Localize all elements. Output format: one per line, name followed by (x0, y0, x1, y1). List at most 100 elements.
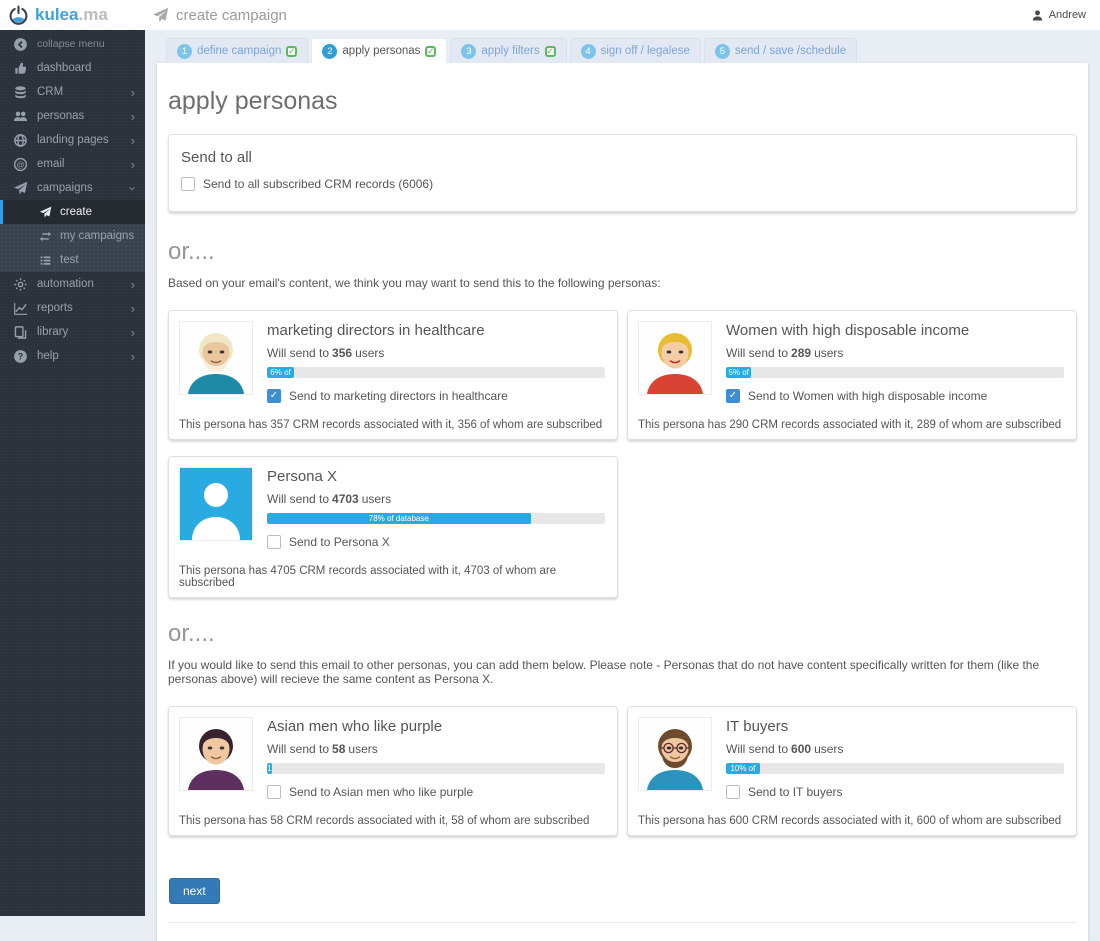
persona-database-bar: 78% of database (267, 513, 605, 524)
persona-card-asian-men-purple: Asian men who like purple Will send to58… (168, 706, 618, 836)
chevron-right-icon (131, 326, 135, 339)
persona-card-women-high-income: Women with high disposable income Will s… (627, 310, 1077, 440)
sidebar-item-personas[interactable]: personas (0, 104, 145, 128)
chevron-right-icon (131, 134, 135, 147)
persona-send-checkbox-row[interactable]: Send to marketing directors in healthcar… (267, 389, 605, 403)
checkbox-icon[interactable] (726, 785, 740, 799)
persona-title: Asian men who like purple (267, 718, 605, 735)
or-heading-2: or.... (168, 620, 1077, 648)
exchange-icon (39, 230, 52, 243)
user-menu[interactable]: Andrew (1031, 9, 1086, 22)
persona-send-checkbox-row[interactable]: Send to Persona X (267, 535, 605, 549)
persona-send-checkbox-row[interactable]: Send to Women with high disposable incom… (726, 389, 1064, 403)
checkbox-icon[interactable] (181, 177, 195, 191)
sidebar-item-reports[interactable]: reports (0, 296, 145, 320)
tab-apply-filters[interactable]: 3 apply filters (450, 38, 566, 63)
persona-send-count: Will send to58users (267, 742, 605, 756)
persona-title: Women with high disposable income (726, 322, 1064, 339)
checkbox-icon[interactable] (726, 389, 740, 403)
persona-title: Persona X (267, 468, 605, 485)
user-icon (1031, 9, 1044, 22)
sidebar-subitem-create[interactable]: create (0, 200, 145, 224)
brand-logo[interactable]: kulea.ma (0, 5, 145, 26)
send-to-all-box: Send to all Send to all subscribed CRM r… (168, 134, 1077, 212)
persona-send-checkbox-row[interactable]: Send to IT buyers (726, 785, 1064, 799)
paper-plane-icon (152, 7, 169, 24)
tab-apply-personas[interactable]: 2 apply personas (311, 38, 447, 63)
persona-avatar (179, 717, 253, 791)
chevron-right-icon (131, 86, 135, 99)
list-icon (39, 254, 52, 267)
persona-card-persona-x: Persona X Will send to4703users 78% of d… (168, 456, 618, 598)
chevron-right-icon (131, 350, 135, 363)
persona-footer: This persona has 357 CRM records associa… (179, 419, 607, 431)
persona-cards-row-2: Persona X Will send to4703users 78% of d… (168, 456, 1077, 598)
tab-sign-off[interactable]: 4 sign off / legalese (570, 38, 701, 63)
sidebar-item-help[interactable]: ? help (0, 344, 145, 368)
persona-send-count: Will send to4703users (267, 492, 605, 506)
sidebar-item-landing-pages[interactable]: landing pages (0, 128, 145, 152)
panel-divider (168, 922, 1077, 923)
tab-send-save-schedule[interactable]: 5 send / save /schedule (704, 38, 857, 63)
persona-title: marketing directors in healthcare (267, 322, 605, 339)
paper-plane-icon (39, 206, 52, 219)
svg-text:?: ? (18, 351, 23, 361)
sidebar-item-dashboard[interactable]: dashboard (0, 56, 145, 80)
user-name: Andrew (1049, 9, 1086, 21)
persona-title: IT buyers (726, 718, 1064, 735)
paper-plane-icon (13, 181, 28, 196)
send-to-all-title: Send to all (181, 149, 1064, 166)
step-badge: 4 (581, 44, 596, 59)
sidebar-item-collapse-menu[interactable]: collapse menu (0, 32, 145, 56)
sidebar-item-crm[interactable]: CRM (0, 80, 145, 104)
checkbox-icon[interactable] (267, 535, 281, 549)
step-badge: 1 (177, 44, 192, 59)
chevron-right-icon (131, 278, 135, 291)
persona-database-bar: 10% of (726, 763, 1064, 774)
sidebar-subitem-my-campaigns[interactable]: my campaigns (0, 224, 145, 248)
persona-footer: This persona has 4705 CRM records associ… (179, 565, 607, 589)
step-badge: 3 (461, 44, 476, 59)
sidebar-item-campaigns[interactable]: campaigns (0, 176, 145, 200)
or-text-1: Based on your email's content, we think … (168, 276, 1077, 290)
chevron-right-icon (131, 302, 135, 315)
sidebar-item-automation[interactable]: automation (0, 272, 145, 296)
persona-send-count: Will send to600users (726, 742, 1064, 756)
gear-icon (13, 277, 28, 292)
campaigns-submenu: create my campaigns test (0, 200, 145, 272)
wizard-tabs: 1 define campaign 2 apply personas 3 app… (157, 38, 1088, 63)
chart-icon (13, 301, 28, 316)
sidebar-item-library[interactable]: library (0, 320, 145, 344)
library-icon (13, 325, 28, 340)
users-icon (13, 109, 28, 124)
persona-avatar (179, 467, 253, 541)
globe-icon (13, 133, 28, 148)
svg-text:@: @ (16, 160, 24, 169)
checkbox-icon[interactable] (267, 389, 281, 403)
next-button[interactable]: next (169, 878, 220, 904)
brand-suffix: .ma (78, 5, 107, 24)
step-badge: 5 (715, 44, 730, 59)
check-icon (545, 46, 556, 57)
persona-send-count: Will send to289users (726, 346, 1064, 360)
sidebar-subitem-test[interactable]: test (0, 248, 145, 272)
persona-send-checkbox-row[interactable]: Send to Asian men who like purple (267, 785, 605, 799)
persona-footer: This persona has 600 CRM records associa… (638, 815, 1066, 827)
checkbox-icon[interactable] (267, 785, 281, 799)
top-bar: kulea.ma create campaign Andrew (0, 0, 1100, 30)
brand-name: kulea (35, 5, 78, 24)
tab-define-campaign[interactable]: 1 define campaign (166, 38, 308, 63)
persona-avatar (638, 717, 712, 791)
chevron-down-icon (131, 182, 135, 195)
send-to-all-checkbox-row[interactable]: Send to all subscribed CRM records (6006… (181, 177, 1064, 191)
page-title: create campaign (152, 7, 287, 24)
check-icon (425, 46, 436, 57)
or-text-2: If you would like to send this email to … (168, 658, 1077, 686)
persona-cards-row-1: marketing directors in healthcare Will s… (168, 310, 1077, 440)
sidebar-item-email[interactable]: @ email (0, 152, 145, 176)
persona-database-bar: 6% of (267, 367, 605, 378)
panel-heading: apply personas (168, 87, 1077, 116)
database-icon (13, 85, 28, 100)
persona-database-bar: 5% of (726, 367, 1064, 378)
question-icon: ? (13, 349, 28, 364)
